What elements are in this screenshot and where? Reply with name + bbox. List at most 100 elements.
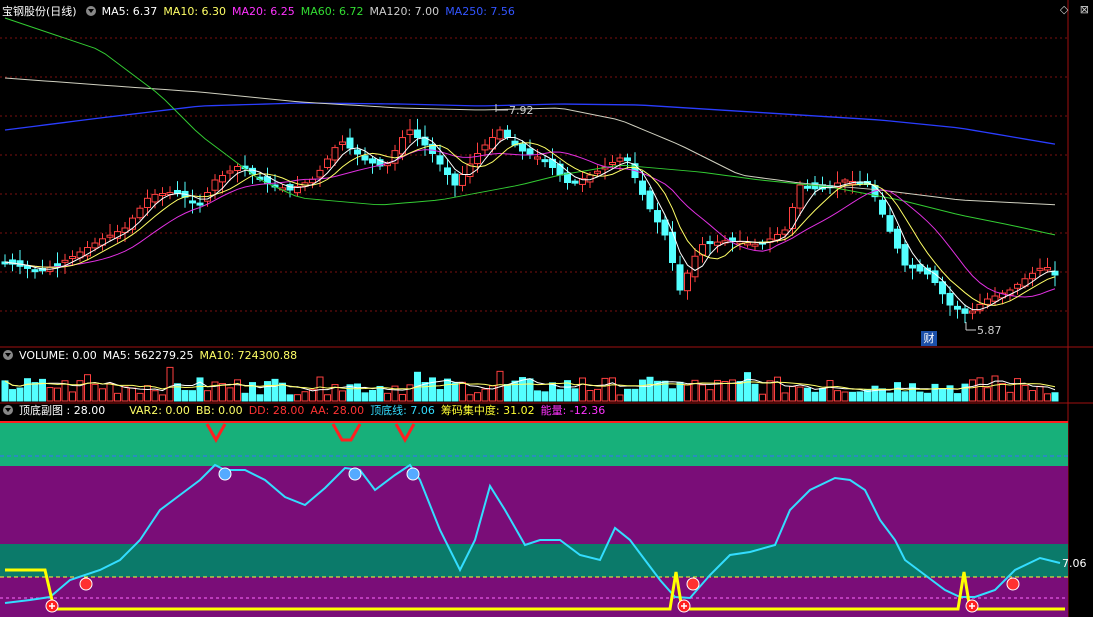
candle bbox=[31, 269, 39, 273]
candle bbox=[61, 259, 69, 263]
volume-bar bbox=[301, 391, 309, 402]
window-buttons: ◇ ⊠ bbox=[1052, 3, 1089, 16]
candle bbox=[106, 234, 114, 238]
volume-bar bbox=[129, 387, 136, 402]
volume-bar bbox=[204, 390, 211, 402]
candle bbox=[1029, 272, 1036, 280]
volume-bar bbox=[879, 388, 886, 402]
volume-bar bbox=[804, 387, 811, 402]
candle bbox=[189, 200, 196, 204]
volume-bar bbox=[54, 387, 61, 402]
volume-bar bbox=[744, 372, 751, 402]
candle bbox=[196, 202, 204, 206]
volume-bar bbox=[324, 394, 331, 402]
volume-bar bbox=[339, 390, 346, 402]
candle bbox=[481, 144, 489, 151]
candle bbox=[984, 298, 991, 305]
candle bbox=[616, 157, 624, 162]
candle bbox=[946, 292, 954, 306]
volume-bar bbox=[991, 375, 999, 402]
candle bbox=[361, 155, 369, 161]
candle bbox=[234, 166, 241, 172]
volume-bar bbox=[796, 386, 804, 402]
candle bbox=[316, 169, 324, 178]
volume-bar bbox=[354, 383, 361, 402]
volume-bar bbox=[1036, 385, 1044, 402]
volume-bar bbox=[211, 381, 219, 402]
candle bbox=[474, 153, 481, 165]
volume-bar bbox=[699, 384, 706, 402]
candle bbox=[661, 219, 669, 236]
candle bbox=[894, 228, 901, 249]
candle bbox=[886, 215, 894, 232]
top-signal-markers bbox=[205, 423, 416, 444]
volume-bar bbox=[444, 378, 451, 402]
volume-bar bbox=[969, 379, 976, 402]
volume-bar bbox=[789, 386, 796, 402]
volume-bar bbox=[646, 376, 654, 402]
volume-bar bbox=[819, 388, 826, 402]
candle bbox=[789, 207, 796, 229]
volume-bar bbox=[309, 389, 316, 402]
diamond-icon[interactable]: ◇ bbox=[1060, 3, 1068, 16]
volume-bar bbox=[924, 392, 931, 402]
volume-bar bbox=[1, 380, 9, 402]
candle bbox=[541, 159, 549, 163]
candle bbox=[496, 129, 504, 140]
volume-bar bbox=[669, 388, 676, 402]
volume-bar bbox=[909, 383, 916, 402]
volume-bar bbox=[556, 389, 564, 402]
volume-bar bbox=[834, 390, 841, 402]
candle bbox=[706, 241, 714, 245]
volume-bar bbox=[219, 383, 226, 402]
price-chart[interactable]: 7.92 5.87 7.06 bbox=[0, 0, 1093, 617]
dropdown-icon[interactable] bbox=[3, 405, 13, 415]
volume-bar bbox=[361, 392, 369, 402]
high-price-label: 7.92 bbox=[509, 104, 534, 117]
volume-bar bbox=[226, 387, 234, 402]
volume-bar bbox=[271, 378, 279, 402]
volume-bar bbox=[571, 388, 579, 402]
candle bbox=[444, 167, 451, 175]
red-ball-marker bbox=[79, 577, 93, 591]
finance-badge[interactable]: 财 bbox=[921, 331, 937, 346]
volume-bar bbox=[631, 388, 639, 402]
volume-bar bbox=[984, 387, 991, 402]
volume-bar bbox=[474, 392, 481, 402]
indicator-4: AA: 28.00 bbox=[310, 404, 365, 417]
volume-bar bbox=[1029, 390, 1036, 402]
candle bbox=[534, 156, 541, 160]
volume-bar bbox=[114, 392, 121, 402]
volume-bar bbox=[916, 391, 924, 402]
volume-title: VOLUME: 0.00 bbox=[19, 349, 97, 362]
volume-bar bbox=[16, 387, 24, 402]
candle bbox=[796, 184, 804, 209]
candle bbox=[714, 241, 721, 246]
volume-bar bbox=[721, 380, 729, 402]
indicator-6: 筹码集中度: 31.02 bbox=[440, 404, 535, 417]
candle bbox=[174, 189, 181, 194]
volume-bar bbox=[901, 391, 909, 402]
indicator-7: 能量: -12.36 bbox=[540, 404, 606, 417]
candle bbox=[571, 180, 579, 184]
candle bbox=[406, 129, 414, 136]
candle bbox=[451, 173, 459, 186]
volume-bar bbox=[76, 380, 84, 402]
volume-bar bbox=[751, 383, 759, 402]
volume-bar bbox=[526, 378, 534, 402]
indicator-1: VAR2: 0.00 bbox=[129, 404, 190, 417]
volume-bar bbox=[534, 390, 541, 402]
sub-title: 顶底副图 : 28.00 bbox=[19, 404, 106, 417]
volume-bar bbox=[369, 389, 376, 402]
volume-bar bbox=[624, 388, 631, 402]
indicator-2: BB: 0.00 bbox=[195, 404, 243, 417]
dropdown-icon[interactable] bbox=[85, 6, 96, 16]
stock-title: 宝钢股份(日线) bbox=[2, 5, 77, 18]
ma10-line bbox=[4, 142, 1056, 306]
volume-bar bbox=[1006, 391, 1014, 402]
volume-bar bbox=[616, 394, 624, 402]
volume-bar bbox=[999, 383, 1006, 402]
volume-panel-header: VOLUME: 0.00 MA5: 562279.25 MA10: 724300.8… bbox=[0, 348, 309, 364]
dropdown-icon[interactable] bbox=[3, 350, 13, 360]
close-icon[interactable]: ⊠ bbox=[1080, 3, 1089, 16]
